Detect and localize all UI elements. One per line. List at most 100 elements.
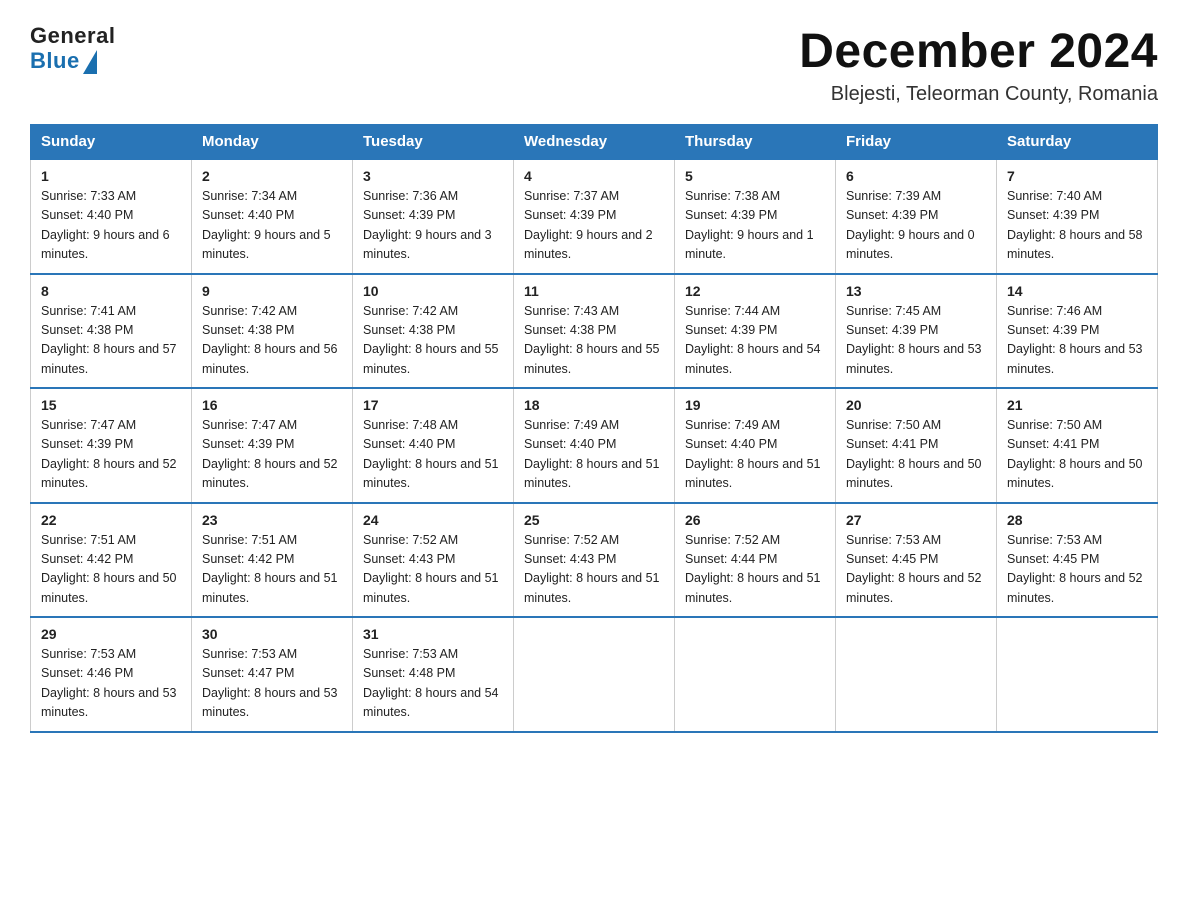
day-number: 25 bbox=[524, 512, 664, 528]
calendar-week-3: 15 Sunrise: 7:47 AM Sunset: 4:39 PM Dayl… bbox=[31, 388, 1158, 503]
day-info: Sunrise: 7:51 AM Sunset: 4:42 PM Dayligh… bbox=[41, 531, 181, 609]
day-info: Sunrise: 7:50 AM Sunset: 4:41 PM Dayligh… bbox=[846, 416, 986, 494]
day-number: 17 bbox=[363, 397, 503, 413]
table-row: 13 Sunrise: 7:45 AM Sunset: 4:39 PM Dayl… bbox=[836, 274, 997, 389]
day-number: 11 bbox=[524, 283, 664, 299]
day-info: Sunrise: 7:53 AM Sunset: 4:45 PM Dayligh… bbox=[846, 531, 986, 609]
day-info: Sunrise: 7:48 AM Sunset: 4:40 PM Dayligh… bbox=[363, 416, 503, 494]
day-number: 5 bbox=[685, 168, 825, 184]
day-number: 23 bbox=[202, 512, 342, 528]
day-info: Sunrise: 7:46 AM Sunset: 4:39 PM Dayligh… bbox=[1007, 302, 1147, 380]
day-number: 13 bbox=[846, 283, 986, 299]
day-info: Sunrise: 7:49 AM Sunset: 4:40 PM Dayligh… bbox=[524, 416, 664, 494]
logo-general: General bbox=[30, 24, 115, 48]
day-number: 29 bbox=[41, 626, 181, 642]
table-row bbox=[514, 617, 675, 732]
day-number: 18 bbox=[524, 397, 664, 413]
day-info: Sunrise: 7:50 AM Sunset: 4:41 PM Dayligh… bbox=[1007, 416, 1147, 494]
day-number: 12 bbox=[685, 283, 825, 299]
table-row: 30 Sunrise: 7:53 AM Sunset: 4:47 PM Dayl… bbox=[192, 617, 353, 732]
header-thursday: Thursday bbox=[675, 125, 836, 160]
calendar-week-2: 8 Sunrise: 7:41 AM Sunset: 4:38 PM Dayli… bbox=[31, 274, 1158, 389]
day-number: 8 bbox=[41, 283, 181, 299]
table-row: 20 Sunrise: 7:50 AM Sunset: 4:41 PM Dayl… bbox=[836, 388, 997, 503]
logo-text: General Blue bbox=[30, 24, 115, 74]
logo: General Blue bbox=[30, 24, 115, 74]
day-number: 28 bbox=[1007, 512, 1147, 528]
day-number: 6 bbox=[846, 168, 986, 184]
calendar-title: December 2024 bbox=[799, 24, 1158, 79]
table-row: 1 Sunrise: 7:33 AM Sunset: 4:40 PM Dayli… bbox=[31, 159, 192, 274]
day-number: 2 bbox=[202, 168, 342, 184]
table-row: 11 Sunrise: 7:43 AM Sunset: 4:38 PM Dayl… bbox=[514, 274, 675, 389]
table-row: 6 Sunrise: 7:39 AM Sunset: 4:39 PM Dayli… bbox=[836, 159, 997, 274]
table-row: 29 Sunrise: 7:53 AM Sunset: 4:46 PM Dayl… bbox=[31, 617, 192, 732]
day-info: Sunrise: 7:36 AM Sunset: 4:39 PM Dayligh… bbox=[363, 187, 503, 265]
day-info: Sunrise: 7:33 AM Sunset: 4:40 PM Dayligh… bbox=[41, 187, 181, 265]
table-row: 16 Sunrise: 7:47 AM Sunset: 4:39 PM Dayl… bbox=[192, 388, 353, 503]
table-row: 19 Sunrise: 7:49 AM Sunset: 4:40 PM Dayl… bbox=[675, 388, 836, 503]
day-number: 26 bbox=[685, 512, 825, 528]
table-row: 2 Sunrise: 7:34 AM Sunset: 4:40 PM Dayli… bbox=[192, 159, 353, 274]
header-sunday: Sunday bbox=[31, 125, 192, 160]
day-number: 10 bbox=[363, 283, 503, 299]
table-row: 21 Sunrise: 7:50 AM Sunset: 4:41 PM Dayl… bbox=[997, 388, 1158, 503]
table-row bbox=[836, 617, 997, 732]
day-number: 9 bbox=[202, 283, 342, 299]
day-number: 16 bbox=[202, 397, 342, 413]
calendar-week-4: 22 Sunrise: 7:51 AM Sunset: 4:42 PM Dayl… bbox=[31, 503, 1158, 618]
day-number: 24 bbox=[363, 512, 503, 528]
day-number: 7 bbox=[1007, 168, 1147, 184]
calendar-week-1: 1 Sunrise: 7:33 AM Sunset: 4:40 PM Dayli… bbox=[31, 159, 1158, 274]
calendar-header-row: SundayMondayTuesdayWednesdayThursdayFrid… bbox=[31, 125, 1158, 160]
day-number: 30 bbox=[202, 626, 342, 642]
day-number: 27 bbox=[846, 512, 986, 528]
day-info: Sunrise: 7:52 AM Sunset: 4:43 PM Dayligh… bbox=[524, 531, 664, 609]
table-row: 15 Sunrise: 7:47 AM Sunset: 4:39 PM Dayl… bbox=[31, 388, 192, 503]
day-info: Sunrise: 7:44 AM Sunset: 4:39 PM Dayligh… bbox=[685, 302, 825, 380]
header-tuesday: Tuesday bbox=[353, 125, 514, 160]
header-wednesday: Wednesday bbox=[514, 125, 675, 160]
table-row: 4 Sunrise: 7:37 AM Sunset: 4:39 PM Dayli… bbox=[514, 159, 675, 274]
table-row: 8 Sunrise: 7:41 AM Sunset: 4:38 PM Dayli… bbox=[31, 274, 192, 389]
table-row: 28 Sunrise: 7:53 AM Sunset: 4:45 PM Dayl… bbox=[997, 503, 1158, 618]
day-info: Sunrise: 7:42 AM Sunset: 4:38 PM Dayligh… bbox=[202, 302, 342, 380]
day-number: 4 bbox=[524, 168, 664, 184]
day-info: Sunrise: 7:53 AM Sunset: 4:45 PM Dayligh… bbox=[1007, 531, 1147, 609]
calendar-week-5: 29 Sunrise: 7:53 AM Sunset: 4:46 PM Dayl… bbox=[31, 617, 1158, 732]
day-info: Sunrise: 7:53 AM Sunset: 4:48 PM Dayligh… bbox=[363, 645, 503, 723]
day-info: Sunrise: 7:47 AM Sunset: 4:39 PM Dayligh… bbox=[202, 416, 342, 494]
day-info: Sunrise: 7:53 AM Sunset: 4:47 PM Dayligh… bbox=[202, 645, 342, 723]
day-number: 22 bbox=[41, 512, 181, 528]
day-info: Sunrise: 7:45 AM Sunset: 4:39 PM Dayligh… bbox=[846, 302, 986, 380]
day-info: Sunrise: 7:39 AM Sunset: 4:39 PM Dayligh… bbox=[846, 187, 986, 265]
table-row: 9 Sunrise: 7:42 AM Sunset: 4:38 PM Dayli… bbox=[192, 274, 353, 389]
table-row: 7 Sunrise: 7:40 AM Sunset: 4:39 PM Dayli… bbox=[997, 159, 1158, 274]
table-row: 12 Sunrise: 7:44 AM Sunset: 4:39 PM Dayl… bbox=[675, 274, 836, 389]
header-monday: Monday bbox=[192, 125, 353, 160]
title-block: December 2024 Blejesti, Teleorman County… bbox=[799, 24, 1158, 106]
day-info: Sunrise: 7:51 AM Sunset: 4:42 PM Dayligh… bbox=[202, 531, 342, 609]
calendar-subtitle: Blejesti, Teleorman County, Romania bbox=[799, 83, 1158, 106]
table-row: 22 Sunrise: 7:51 AM Sunset: 4:42 PM Dayl… bbox=[31, 503, 192, 618]
table-row bbox=[997, 617, 1158, 732]
logo-triangle-icon bbox=[83, 50, 97, 74]
table-row: 25 Sunrise: 7:52 AM Sunset: 4:43 PM Dayl… bbox=[514, 503, 675, 618]
day-info: Sunrise: 7:52 AM Sunset: 4:43 PM Dayligh… bbox=[363, 531, 503, 609]
table-row: 3 Sunrise: 7:36 AM Sunset: 4:39 PM Dayli… bbox=[353, 159, 514, 274]
table-row: 18 Sunrise: 7:49 AM Sunset: 4:40 PM Dayl… bbox=[514, 388, 675, 503]
table-row: 14 Sunrise: 7:46 AM Sunset: 4:39 PM Dayl… bbox=[997, 274, 1158, 389]
table-row bbox=[675, 617, 836, 732]
day-info: Sunrise: 7:52 AM Sunset: 4:44 PM Dayligh… bbox=[685, 531, 825, 609]
day-number: 31 bbox=[363, 626, 503, 642]
table-row: 26 Sunrise: 7:52 AM Sunset: 4:44 PM Dayl… bbox=[675, 503, 836, 618]
table-row: 17 Sunrise: 7:48 AM Sunset: 4:40 PM Dayl… bbox=[353, 388, 514, 503]
day-number: 3 bbox=[363, 168, 503, 184]
day-number: 14 bbox=[1007, 283, 1147, 299]
day-number: 15 bbox=[41, 397, 181, 413]
day-info: Sunrise: 7:40 AM Sunset: 4:39 PM Dayligh… bbox=[1007, 187, 1147, 265]
logo-blue: Blue bbox=[30, 49, 80, 73]
calendar-table: SundayMondayTuesdayWednesdayThursdayFrid… bbox=[30, 124, 1158, 733]
day-info: Sunrise: 7:47 AM Sunset: 4:39 PM Dayligh… bbox=[41, 416, 181, 494]
day-number: 19 bbox=[685, 397, 825, 413]
